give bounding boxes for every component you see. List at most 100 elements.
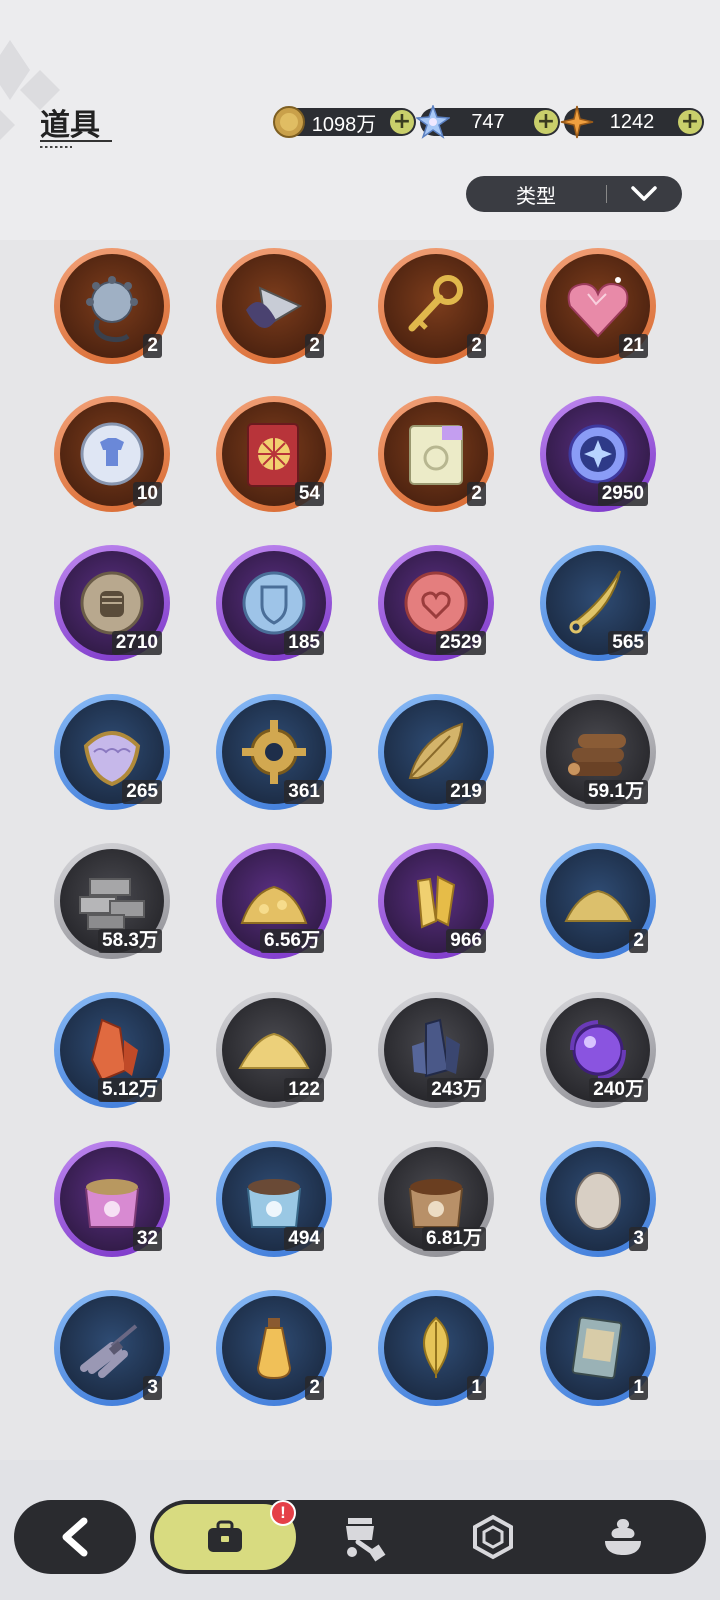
item-slot[interactable]: 2529 xyxy=(378,545,494,661)
bag-icon xyxy=(208,1520,242,1552)
item-slot[interactable]: 1 xyxy=(378,1290,494,1406)
item-slot[interactable]: 32 xyxy=(54,1141,170,1257)
card-book-icon xyxy=(571,1316,623,1380)
star-crystal-icon xyxy=(416,105,450,139)
item-count: 185 xyxy=(284,631,324,655)
item-count: 21 xyxy=(618,334,648,358)
item-slot[interactable]: 54 xyxy=(216,396,332,512)
item-count: 6.56万 xyxy=(260,929,324,953)
item-slot[interactable]: 2 xyxy=(54,248,170,364)
currency-gold: 1098万 + xyxy=(273,106,416,138)
item-count: 2 xyxy=(467,334,486,358)
currency-star: 1242 + xyxy=(560,105,704,139)
item-count: 32 xyxy=(132,1227,162,1251)
item-count: 2710 xyxy=(111,631,162,655)
item-slot[interactable]: 58.3万 xyxy=(54,843,170,959)
nav-tab-food[interactable] xyxy=(578,1504,668,1570)
back-arrow-icon xyxy=(62,1517,88,1557)
item-count: 361 xyxy=(284,780,324,804)
cream-bowl-icon xyxy=(605,1519,641,1555)
item-slot[interactable]: 2950 xyxy=(540,396,656,512)
item-slot[interactable]: 265 xyxy=(54,694,170,810)
item-slot[interactable]: 3 xyxy=(54,1290,170,1406)
gold-coin-icon xyxy=(273,106,305,138)
item-slot[interactable]: 59.1万 xyxy=(540,694,656,810)
item-slot[interactable]: 966 xyxy=(378,843,494,959)
spiked-ball-chain-icon xyxy=(86,276,138,343)
item-count: 565 xyxy=(608,631,648,655)
gem-outline-icon xyxy=(473,1514,513,1560)
nav-tab-gems[interactable] xyxy=(448,1504,538,1570)
item-count: 54 xyxy=(294,482,324,506)
egg-icon xyxy=(575,1172,621,1230)
item-count: 966 xyxy=(446,929,486,953)
item-slot[interactable]: 2 xyxy=(216,1290,332,1406)
item-slot[interactable]: 2 xyxy=(378,396,494,512)
item-slot[interactable]: 1 xyxy=(540,1290,656,1406)
item-slot[interactable]: 5.12万 xyxy=(54,992,170,1108)
yellow-leaf-icon xyxy=(423,1316,449,1378)
item-count: 3 xyxy=(143,1376,162,1400)
item-slot[interactable]: 2 xyxy=(216,248,332,364)
item-count: 2 xyxy=(305,1376,324,1400)
golden-key-icon xyxy=(408,275,463,332)
item-slot[interactable]: 21 xyxy=(540,248,656,364)
item-slot[interactable]: 10 xyxy=(54,396,170,512)
add-star-button[interactable]: + xyxy=(678,110,702,134)
item-count: 59.1万 xyxy=(584,780,648,804)
item-count: 122 xyxy=(284,1078,324,1102)
item-slot[interactable]: 185 xyxy=(216,545,332,661)
add-crystal-button[interactable]: + xyxy=(534,110,558,134)
potion-bottle-icon xyxy=(256,1318,292,1380)
item-count: 243万 xyxy=(427,1078,486,1102)
item-slot[interactable]: 2 xyxy=(378,248,494,364)
item-count: 2 xyxy=(143,334,162,358)
item-count: 240万 xyxy=(589,1078,648,1102)
item-count: 2 xyxy=(305,334,324,358)
item-count: 1 xyxy=(467,1376,486,1400)
item-count: 3 xyxy=(629,1227,648,1251)
herb-bundle-icon xyxy=(80,1324,138,1378)
item-count: 5.12万 xyxy=(98,1078,162,1102)
item-slot[interactable]: 243万 xyxy=(378,992,494,1108)
item-slot[interactable]: 565 xyxy=(540,545,656,661)
nav-tab-crafting[interactable] xyxy=(318,1504,408,1570)
item-slot[interactable]: 6.56万 xyxy=(216,843,332,959)
header: 道具 1098万 + 747 + 1242 + 类型 xyxy=(0,0,720,240)
item-count: 10 xyxy=(132,482,162,506)
currency-crystal: 747 + xyxy=(416,105,560,139)
orange-star-icon xyxy=(560,105,594,139)
item-count: 58.3万 xyxy=(98,929,162,953)
item-slot[interactable]: 3 xyxy=(540,1141,656,1257)
item-slot[interactable]: 219 xyxy=(378,694,494,810)
item-slot[interactable]: 361 xyxy=(216,694,332,810)
item-count: 2 xyxy=(467,482,486,506)
drill-icon xyxy=(246,286,303,328)
item-slot[interactable]: 240万 xyxy=(540,992,656,1108)
filter-label: 类型 xyxy=(516,183,556,208)
gold-dust-pile-icon xyxy=(564,889,632,922)
item-count: 1 xyxy=(629,1376,648,1400)
type-filter-dropdown[interactable]: 类型 xyxy=(466,176,682,212)
item-count: 219 xyxy=(446,780,486,804)
item-slot[interactable]: 2710 xyxy=(54,545,170,661)
pot-wrench-icon xyxy=(346,1518,386,1562)
item-slot[interactable]: 2 xyxy=(540,843,656,959)
item-slot[interactable]: 122 xyxy=(216,992,332,1108)
title-underline xyxy=(40,140,112,142)
chevron-down-icon xyxy=(607,186,681,202)
item-count: 2950 xyxy=(597,482,648,506)
item-slot[interactable]: 494 xyxy=(216,1141,332,1257)
item-count: 265 xyxy=(122,780,162,804)
item-count: 6.81万 xyxy=(422,1227,486,1251)
back-button[interactable] xyxy=(14,1500,136,1574)
rainbow-ticket-icon xyxy=(409,425,463,485)
item-grid: 2 2 2 21 10 54 2 2950 2710 185 2529 565 265 361 219 59.… xyxy=(0,240,720,1460)
notification-badge: ! xyxy=(270,1500,296,1526)
add-gold-button[interactable]: + xyxy=(390,110,414,134)
page-title: 道具 xyxy=(40,108,100,143)
title-dots xyxy=(40,146,72,148)
item-count: 494 xyxy=(284,1227,324,1251)
item-count: 2529 xyxy=(435,631,486,655)
item-slot[interactable]: 6.81万 xyxy=(378,1141,494,1257)
